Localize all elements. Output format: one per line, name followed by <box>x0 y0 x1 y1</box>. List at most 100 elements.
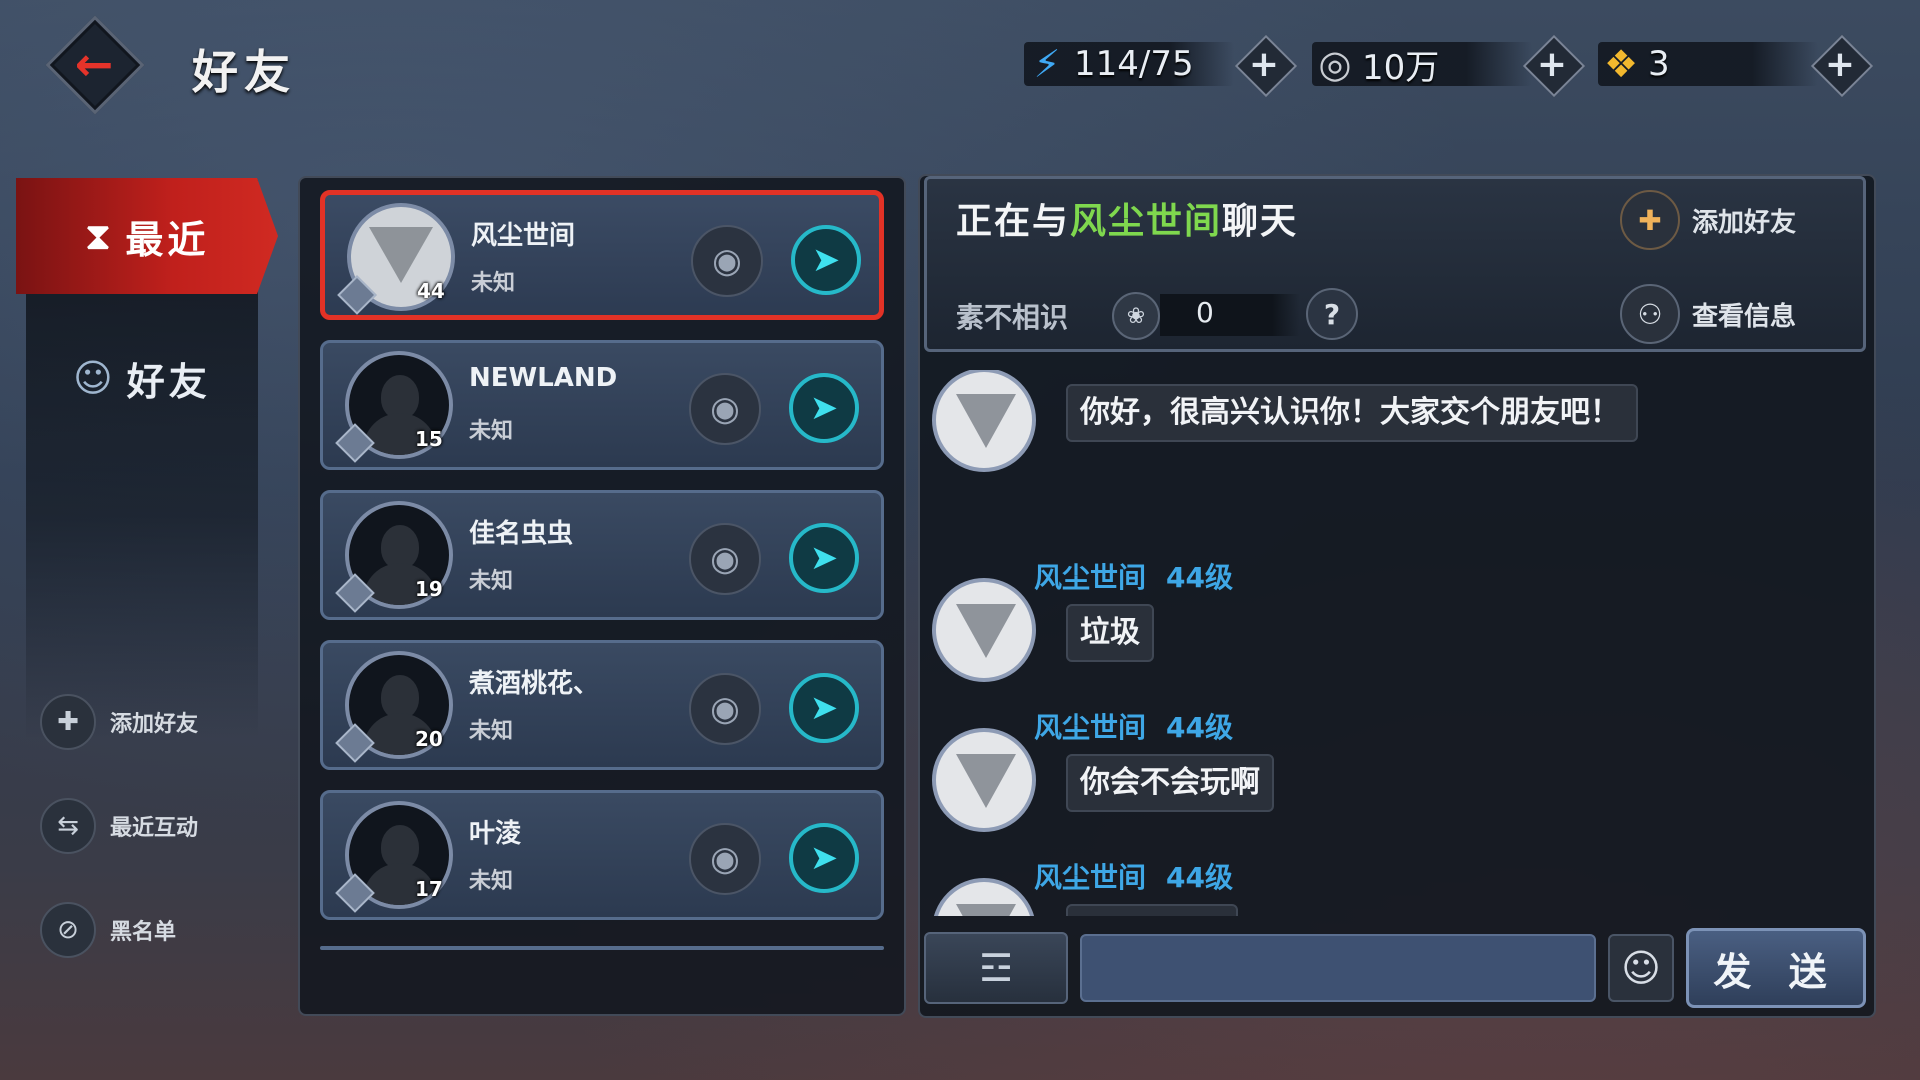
resource-coins: ◎ 10万 <box>1312 38 1532 90</box>
friend-status: 未知 <box>469 569 514 594</box>
friend-card[interactable]: 17 叶淩 未知 ◉ ➤ <box>320 790 884 920</box>
friend-card[interactable]: 44 风尘世间 未知 ◉ ➤ <box>320 190 884 320</box>
add-friend-icon: ✚ <box>1620 190 1680 250</box>
message-sender: 风尘世间 44级 <box>1034 556 1233 596</box>
plus-icon: + <box>1824 43 1856 85</box>
sender-level: 44级 <box>1166 561 1233 594</box>
add-coins-button[interactable]: + <box>1530 42 1574 86</box>
message-bubble <box>1066 904 1238 916</box>
friend-status: 未知 <box>471 271 516 296</box>
friend-level: 15 <box>415 427 443 451</box>
friend-card[interactable]: 15 NEWLAND 未知 ◉ ➤ <box>320 340 884 470</box>
emoji-button[interactable]: ☺ <box>1608 934 1674 1002</box>
send-button[interactable]: 发 送 <box>1686 928 1866 1008</box>
tab-recent[interactable]: ⧗ 最近 <box>16 178 278 294</box>
friend-status: 未知 <box>469 419 514 444</box>
view-info-label: 查看信息 <box>1692 301 1797 332</box>
back-button[interactable]: ← <box>58 28 130 100</box>
nav-blacklist[interactable]: ⊘ 黑名单 <box>40 902 176 958</box>
view-profile-button[interactable]: ◉ <box>689 673 761 745</box>
friend-level: 19 <box>415 577 443 601</box>
chat-arrow-icon: ➤ <box>809 688 839 728</box>
profile-card-icon: ⚇ <box>1620 284 1680 344</box>
sender-name: 风尘世间 <box>1034 561 1147 594</box>
avatar[interactable] <box>932 578 1036 682</box>
message-sender: 风尘世间 44级 <box>1034 706 1233 746</box>
header-add-friend-button[interactable]: ✚ 添加好友 <box>1620 190 1796 250</box>
microphone-icon: ☲ <box>978 946 1014 990</box>
eye-icon: ◉ <box>710 389 740 429</box>
view-profile-button[interactable]: ◉ <box>691 225 763 297</box>
coins-value: 10万 <box>1362 47 1440 88</box>
message-bubble: 你会不会玩啊 <box>1066 754 1274 812</box>
friend-status: 未知 <box>469 869 514 894</box>
plus-icon: + <box>1536 43 1568 85</box>
chat-partner-name: 风尘世间 <box>1070 201 1223 242</box>
view-profile-button[interactable]: ◉ <box>689 823 761 895</box>
chat-arrow-icon: ➤ <box>809 388 839 428</box>
friends-icon: ☺ <box>73 356 113 400</box>
tab-recent-label: 最近 <box>125 217 210 262</box>
view-info-button[interactable]: ⚇ 查看信息 <box>1620 284 1796 344</box>
sender-name: 风尘世间 <box>1034 711 1147 744</box>
page-title: 好友 <box>192 45 296 99</box>
friend-name: 煮酒桃花、 <box>469 669 600 699</box>
view-profile-button[interactable]: ◉ <box>689 523 761 595</box>
chat-title: 正在与风尘世间聊天 <box>956 192 1298 244</box>
friend-card[interactable]: 19 佳名虫虫 未知 ◉ ➤ <box>320 490 884 620</box>
sender-level: 44级 <box>1166 711 1233 744</box>
sender-level: 44级 <box>1166 861 1233 894</box>
start-chat-button[interactable]: ➤ <box>791 225 861 295</box>
add-gold-button[interactable]: + <box>1818 42 1862 86</box>
plus-icon: + <box>1248 43 1280 85</box>
friend-level: 17 <box>415 877 443 901</box>
chat-arrow-icon: ➤ <box>811 240 841 280</box>
view-profile-button[interactable]: ◉ <box>689 373 761 445</box>
start-chat-button[interactable]: ➤ <box>789 673 859 743</box>
eye-icon: ◉ <box>710 539 740 579</box>
message-bubble: 垃圾 <box>1066 604 1154 662</box>
tab-friends[interactable]: ☺ 好友 <box>26 320 258 436</box>
start-chat-button[interactable]: ➤ <box>789 523 859 593</box>
voice-button[interactable]: ☲ <box>924 932 1068 1004</box>
add-stamina-button[interactable]: + <box>1242 42 1286 86</box>
friend-card[interactable]: 20 煮酒桃花、 未知 ◉ ➤ <box>320 640 884 770</box>
friend-name: NEWLAND <box>469 363 618 393</box>
avatar[interactable] <box>932 728 1036 832</box>
add-friend-icon: ✚ <box>40 694 96 750</box>
help-button[interactable]: ? <box>1306 288 1358 340</box>
friend-level: 44 <box>417 279 445 303</box>
eye-icon: ◉ <box>710 839 740 879</box>
avatar[interactable] <box>932 878 1036 916</box>
tab-friends-label: 好友 <box>126 359 211 404</box>
start-chat-button[interactable]: ➤ <box>789 373 859 443</box>
gold-ingot-value: 3 <box>1648 44 1670 84</box>
nav-add-friend[interactable]: ✚ 添加好友 <box>40 694 198 750</box>
avatar[interactable] <box>932 370 1036 472</box>
header-add-friend-label: 添加好友 <box>1692 207 1797 238</box>
nav-recent-interaction-label: 最近互动 <box>110 816 199 841</box>
chat-arrow-icon: ➤ <box>809 838 839 878</box>
message-sender: 风尘世间 44级 <box>1034 856 1233 896</box>
eye-icon: ◉ <box>710 689 740 729</box>
hourglass-icon: ⧗ <box>84 213 112 258</box>
coin-icon: ◎ <box>1318 42 1352 86</box>
relation-label: 素不相识 <box>956 301 1069 334</box>
sender-name: 风尘世间 <box>1034 861 1147 894</box>
chat-title-prefix: 正在与 <box>956 201 1071 242</box>
chat-input-row: ☲ ☺ 发 送 <box>924 928 1868 1010</box>
nav-recent-interaction[interactable]: ⇆ 最近互动 <box>40 798 198 854</box>
list-divider <box>320 946 884 950</box>
intimacy-icon: ❀ <box>1112 292 1160 340</box>
start-chat-button[interactable]: ➤ <box>789 823 859 893</box>
resource-gold-ingot: ❖ 3 <box>1598 38 1818 90</box>
friend-name: 叶淩 <box>469 819 522 849</box>
intimacy-bar <box>1160 294 1300 336</box>
chat-messages[interactable]: 你好，很高兴认识你！大家交个朋友吧！ 风尘世间 44级 垃圾 风尘世间 44级 你会… <box>920 370 1870 916</box>
resource-stamina: ⚡ 114/75 <box>1024 38 1234 90</box>
chat-input[interactable] <box>1080 934 1596 1002</box>
gold-ingot-icon: ❖ <box>1603 42 1639 86</box>
stamina-value: 114/75 <box>1074 44 1194 84</box>
friend-list[interactable]: 44 风尘世间 未知 ◉ ➤ 15 NEWLAND 未知 ◉ ➤ 19 佳名虫虫… <box>298 176 906 1016</box>
back-arrow-icon: ← <box>74 37 114 91</box>
